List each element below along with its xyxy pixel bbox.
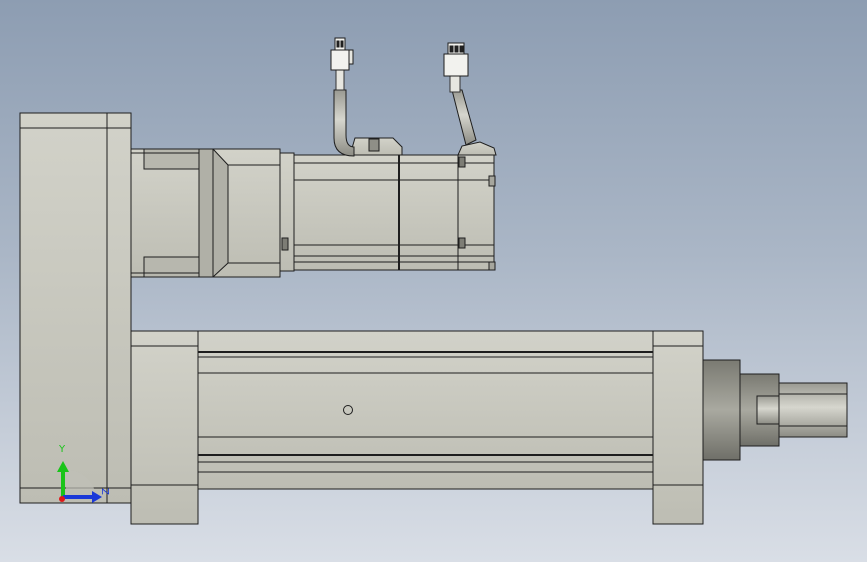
- actuator-cylinder: [130, 330, 704, 525]
- actuator-model[interactable]: [0, 0, 867, 562]
- encoder-cable: [443, 42, 477, 146]
- motor-flange: [130, 148, 295, 278]
- side-housing: [19, 112, 132, 504]
- triad-y-label: Y: [59, 444, 66, 455]
- piston-rod: [702, 359, 848, 461]
- power-cable: [330, 37, 355, 157]
- servo-motor: [293, 137, 497, 271]
- cad-graphics-viewport[interactable]: Y Z: [0, 0, 867, 562]
- triad-z-label: Z: [100, 488, 112, 495]
